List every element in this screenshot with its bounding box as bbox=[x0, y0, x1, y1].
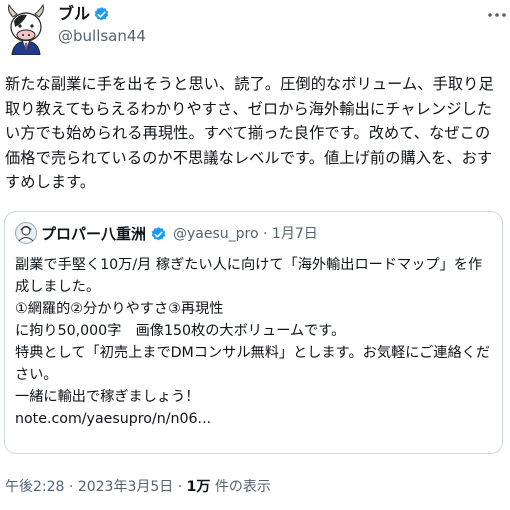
quoted-tweet-text: 副業で手堅く10万/月 稼ぎたい人に向けて「海外輸出ロードマップ」を作成しました… bbox=[15, 257, 491, 427]
quoted-tweet-meta: @yaesu_pro · 1月7日 bbox=[173, 224, 318, 244]
quoted-author-handle[interactable]: @yaesu_pro bbox=[173, 226, 259, 242]
author-name-text: ブル bbox=[58, 4, 91, 23]
verified-badge-icon bbox=[150, 226, 167, 243]
footer-separator: · bbox=[173, 479, 187, 495]
quoted-author-name[interactable]: プロパー八重洲 bbox=[41, 224, 167, 244]
tweet: ブル @bullsan44 新たな副業に手を出そうと思い、読了。圧倒的なボリュー… bbox=[0, 0, 510, 510]
quoted-tweet-card[interactable]: プロパー八重洲 @yaesu_pro · 1月7日 副業で手堅く10万/月 稼ぎ… bbox=[4, 211, 503, 454]
tweet-time[interactable]: 午後2:28 bbox=[5, 479, 64, 495]
meta-separator: · bbox=[258, 226, 272, 242]
quoted-author-avatar[interactable] bbox=[15, 222, 37, 244]
quoted-author-name-text: プロパー八重洲 bbox=[41, 225, 147, 243]
verified-badge-icon bbox=[93, 6, 110, 23]
views-label: 件の表示 bbox=[210, 479, 271, 495]
more-options-icon[interactable] bbox=[486, 8, 508, 22]
tweet-text: 新たな副業に手を出そうと思い、読了。圧倒的なボリューム、手取り足取り教えてもらえ… bbox=[5, 75, 494, 191]
views-count: 1万 bbox=[186, 479, 211, 495]
tweet-footer: 午後2:28 · 2023年3月5日 · 1万 件の表示 bbox=[5, 477, 271, 497]
quoted-tweet-date[interactable]: 1月7日 bbox=[272, 226, 318, 242]
author-name[interactable]: ブル bbox=[58, 4, 110, 24]
tweet-date[interactable]: 2023年3月5日 bbox=[78, 479, 173, 495]
footer-separator: · bbox=[64, 479, 78, 495]
author-handle[interactable]: @bullsan44 bbox=[58, 26, 146, 46]
author-avatar[interactable] bbox=[3, 3, 49, 56]
